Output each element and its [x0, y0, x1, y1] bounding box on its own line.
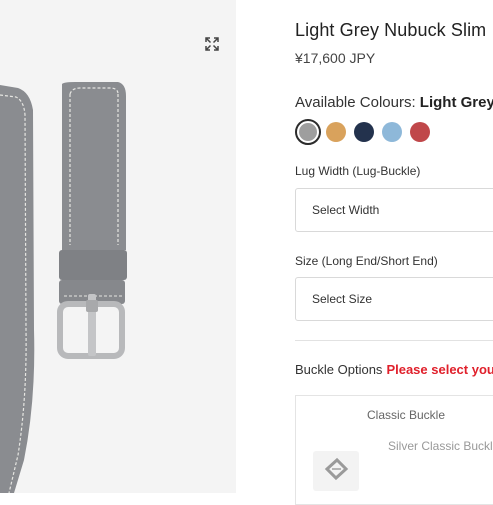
product-image-panel	[0, 0, 236, 493]
available-colours-label: Available Colours: Light Grey	[295, 94, 493, 111]
swatch-light-grey[interactable]	[295, 119, 321, 145]
expand-arrows-icon	[205, 37, 219, 51]
swatch-dot	[354, 122, 374, 142]
silver-classic-buckle-option[interactable]: Silver Classic Buckle	[388, 439, 493, 453]
product-details: Light Grey Nubuck Slim ¥17,600 JPY Avail…	[295, 0, 493, 505]
swatch-dot	[382, 122, 402, 142]
product-price: ¥17,600 JPY	[295, 50, 376, 66]
swatch-tan[interactable]	[323, 119, 349, 145]
swatch-dot	[410, 122, 430, 142]
size-label: Size (Long End/Short End)	[295, 254, 438, 268]
product-title: Light Grey Nubuck Slim	[295, 20, 487, 40]
swatch-navy[interactable]	[351, 119, 377, 145]
buckle-options-text: Buckle Options	[295, 362, 383, 377]
swatch-light-blue[interactable]	[379, 119, 405, 145]
swatch-red[interactable]	[407, 119, 433, 145]
divider	[295, 340, 493, 341]
swatch-dot	[299, 123, 317, 141]
selected-colour-name: Light Grey	[419, 94, 493, 111]
colours-label-text: Available Colours:	[295, 94, 416, 111]
lug-width-select[interactable]: Select Width	[295, 188, 493, 232]
buckle-panel: Classic Buckle Silver Classic Buckle	[295, 395, 493, 505]
buckle-icon	[324, 457, 349, 481]
buckle-options-label: Buckle Options Please select you	[295, 362, 493, 377]
buckle-thumbnail[interactable]	[313, 451, 359, 491]
buckle-panel-title: Classic Buckle	[367, 408, 446, 422]
strap-photo	[0, 82, 127, 493]
size-select[interactable]: Select Size	[295, 277, 493, 321]
expand-image-button[interactable]	[197, 30, 227, 58]
lug-width-value: Select Width	[312, 203, 380, 217]
size-value: Select Size	[312, 292, 373, 306]
lug-width-label: Lug Width (Lug-Buckle)	[295, 164, 421, 178]
buckle-warning: Please select you	[386, 362, 493, 377]
swatch-dot	[326, 122, 346, 142]
